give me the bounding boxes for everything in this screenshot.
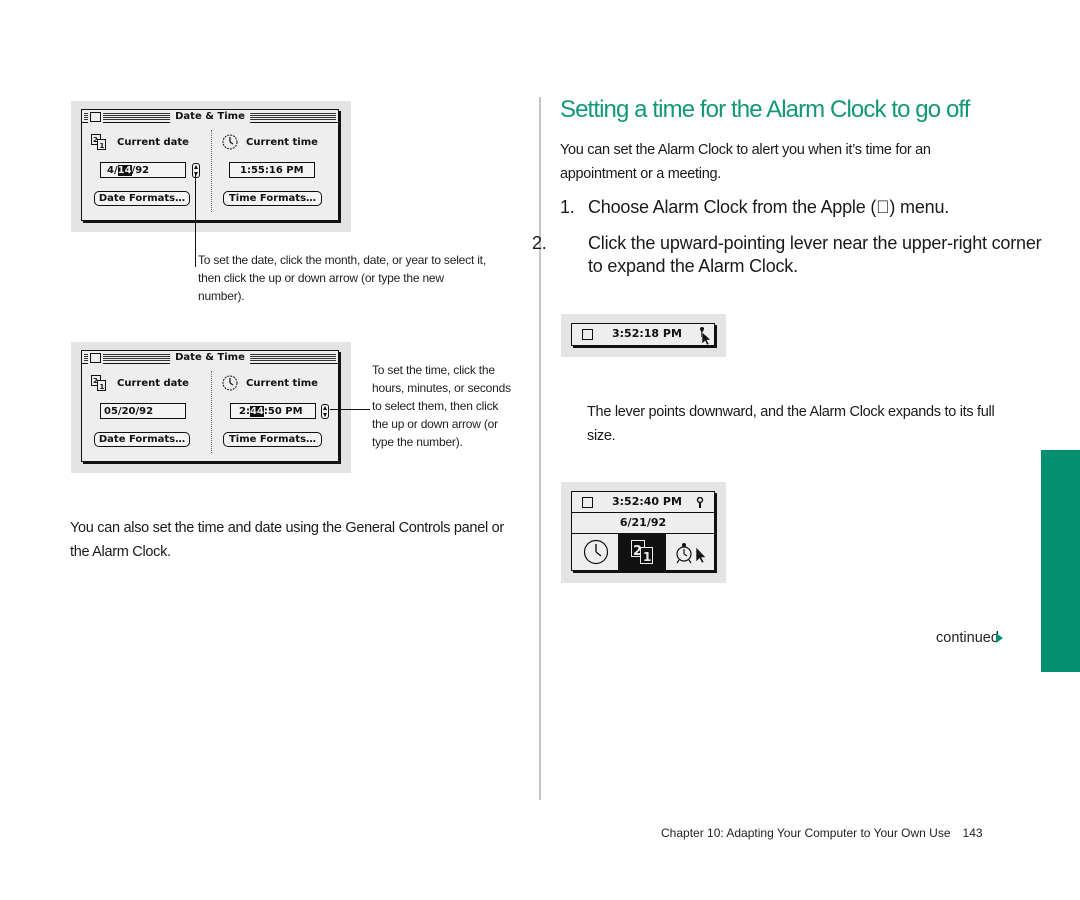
svg-text:1: 1 [100,142,105,150]
calendar-icon: 2 1 [91,134,106,150]
time-field[interactable]: 1:55:16 PM [229,162,315,178]
column-divider [539,97,541,800]
calendar-icon: 2 1 [91,375,106,391]
section-heading: Setting a time for the Alarm Clock to go… [560,96,970,123]
date-time-window: Date & Time 2 1 Current date Current tim… [81,109,339,221]
result-paragraph: The lever points downward, and the Alarm… [587,404,995,444]
lever-down-icon[interactable] [696,497,704,509]
svg-text:1: 1 [100,383,105,391]
time-row: 3:52:40 PM [572,492,714,513]
current-date-label: Current date [117,137,189,148]
title-bar[interactable]: Date & Time [82,351,338,364]
time-formats-button[interactable]: Time Formats… [223,432,322,447]
general-controls-paragraph: You can also set the time and date using… [70,520,504,560]
column-divider [211,371,212,453]
column-divider [211,130,212,212]
date-mode-button[interactable]: 2 1 [619,534,666,570]
window-title: Date & Time [170,110,250,123]
date-row: 6/21/92 [572,513,714,534]
time-formats-button[interactable]: Time Formats… [223,191,322,206]
step-number: 2. [532,233,547,253]
current-time-label: Current time [246,137,318,148]
time-stepper-arrows[interactable] [321,404,329,419]
date-time-window: Date & Time 2 1 Current date Current tim… [81,350,339,462]
date-field[interactable]: 05/20/92 [100,403,186,419]
callout-line [195,174,196,267]
svg-text:1: 1 [643,550,651,564]
date-time-screenshot-2: Date & Time 2 1 Current date Current tim… [71,342,351,473]
callout-line [330,409,370,410]
alarm-clock-expanded-screenshot: 3:52:40 PM 6/21/92 2 1 [561,482,726,583]
clock-icon [583,539,609,565]
date-field[interactable]: 4/14/92 [100,162,186,178]
clock-time: 3:52:40 PM [612,495,682,508]
clock-date: 6/21/92 [619,516,667,529]
time-mode-button[interactable] [572,534,619,570]
step-1: 1. Choose Alarm Clock from the Apple () … [560,196,1040,219]
step-2: 2. Click the upward-pointing lever near t… [532,232,1050,278]
selected-day[interactable]: 14 [117,165,132,176]
lever-up-icon[interactable] [698,325,712,345]
current-time-label: Current time [246,378,318,389]
date-formats-button[interactable]: Date Formats… [94,191,190,206]
alarm-clock-collapsed-screenshot: 3:52:18 PM [561,314,726,357]
time-field[interactable]: 2:44:50 PM [230,403,316,419]
chapter-title: Chapter 10: Adapting Your Computer to Yo… [661,826,951,840]
alarm-mode-button[interactable] [666,534,714,570]
calendar-icon: 2 1 [631,540,653,564]
mode-row: 2 1 [572,534,714,570]
close-box-icon[interactable] [90,353,101,363]
step-text: Click the upward-pointing lever near the… [588,233,1042,276]
date-stepper-arrows[interactable] [192,163,200,178]
clock-time: 3:52:18 PM [612,327,682,340]
continued-label: continued [936,630,999,646]
date-caption: To set the date, click the month, date, … [198,253,486,303]
alarm-clock-window: 3:52:40 PM 6/21/92 2 1 [571,491,715,571]
title-bar[interactable]: Date & Time [82,110,338,123]
arrow-right-icon [995,633,1003,644]
intro-paragraph: You can set the Alarm Clock to alert you… [560,142,931,182]
current-date-label: Current date [117,378,189,389]
step-text: Choose Alarm Clock from the Apple () me… [588,197,949,217]
window-title: Date & Time [170,351,250,364]
clock-icon [222,134,238,150]
date-time-screenshot-1: Date & Time 2 1 Current date Current tim… [71,101,351,232]
alarm-clock-icon [676,543,707,564]
step-number: 1. [560,197,575,217]
clock-icon [222,375,238,391]
continued-indicator: continued [936,630,1003,646]
chapter-tab [1041,450,1080,672]
date-formats-button[interactable]: Date Formats… [94,432,190,447]
close-box-icon[interactable] [582,329,593,340]
close-box-icon[interactable] [90,112,101,122]
time-caption: To set the time, click the hours, minute… [372,363,511,449]
alarm-clock-window: 3:52:18 PM [571,323,715,346]
selected-minutes[interactable]: 44 [249,406,264,417]
page-footer: Chapter 10: Adapting Your Computer to Yo… [661,826,983,840]
page-number: 143 [962,826,983,840]
close-box-icon[interactable] [582,497,593,508]
